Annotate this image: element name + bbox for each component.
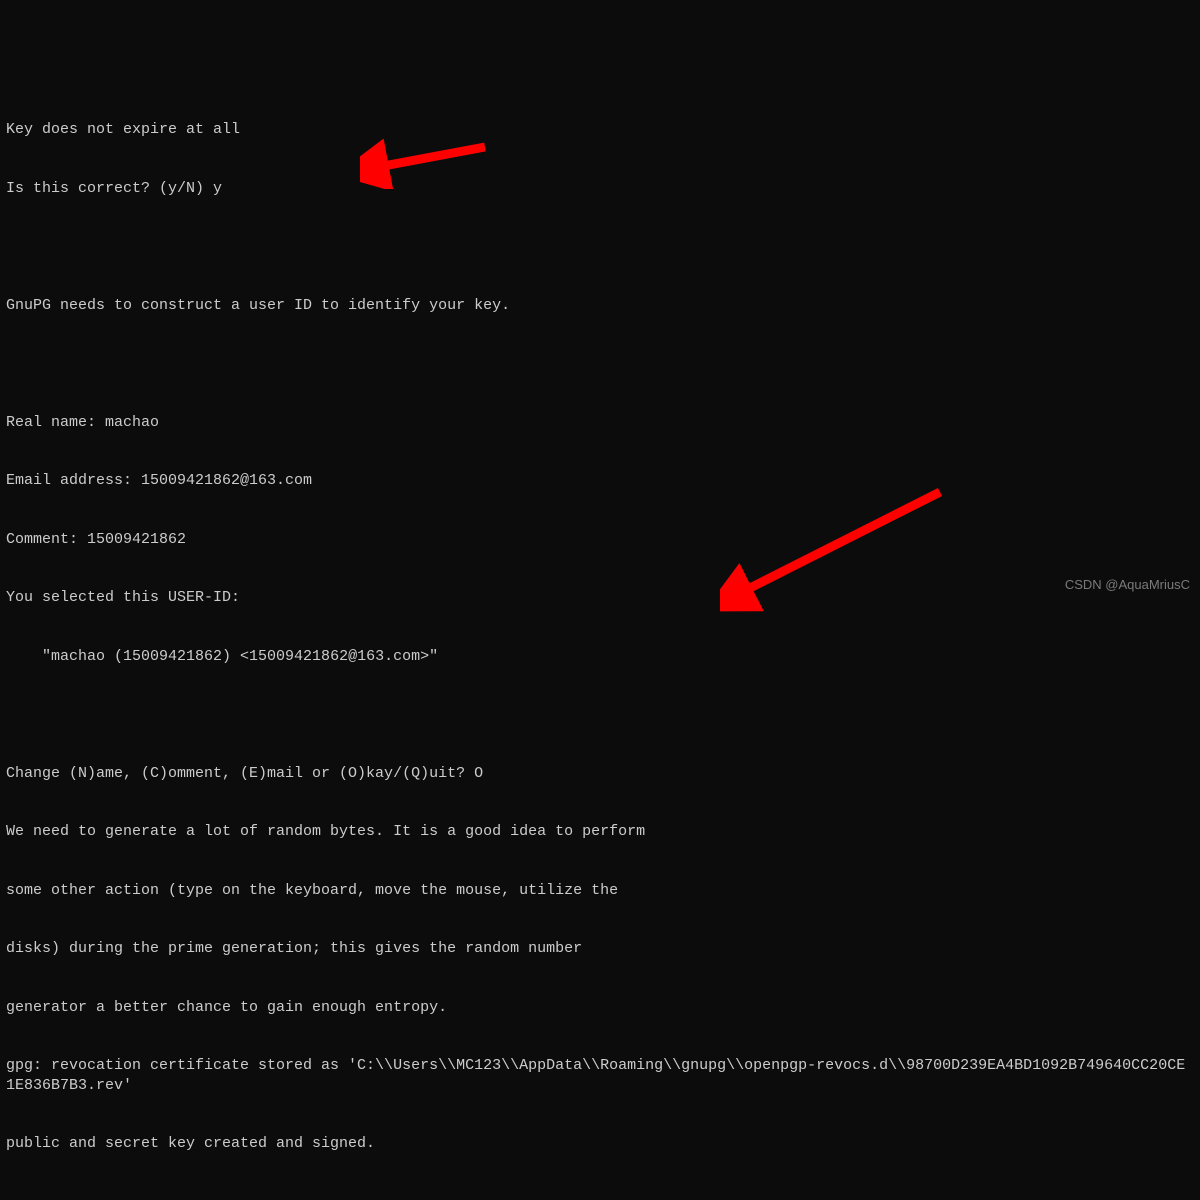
terminal-line: Email address: 15009421862@163.com bbox=[6, 471, 1194, 491]
terminal-line: some other action (type on the keyboard,… bbox=[6, 881, 1194, 901]
terminal-line: Key does not expire at all bbox=[6, 120, 1194, 140]
terminal-line bbox=[6, 237, 1194, 257]
terminal-line: Is this correct? (y/N) y bbox=[6, 179, 1194, 199]
terminal-line: We need to generate a lot of random byte… bbox=[6, 822, 1194, 842]
terminal-line: gpg: revocation certificate stored as 'C… bbox=[6, 1056, 1194, 1095]
terminal-line: Comment: 15009421862 bbox=[6, 530, 1194, 550]
terminal-line bbox=[6, 1193, 1194, 1200]
watermark-text: CSDN @AquaMriusC bbox=[1065, 577, 1190, 594]
terminal-line: GnuPG needs to construct a user ID to id… bbox=[6, 296, 1194, 316]
terminal-line: Real name: machao bbox=[6, 413, 1194, 433]
terminal-line: disks) during the prime generation; this… bbox=[6, 939, 1194, 959]
terminal-line: public and secret key created and signed… bbox=[6, 1134, 1194, 1154]
terminal-line bbox=[6, 354, 1194, 374]
terminal-line: generator a better chance to gain enough… bbox=[6, 998, 1194, 1018]
terminal-output[interactable]: Key does not expire at all Is this corre… bbox=[6, 81, 1194, 675]
terminal-line: "machao (15009421862) <15009421862@163.c… bbox=[6, 647, 1194, 667]
terminal-line bbox=[6, 705, 1194, 725]
terminal-line: You selected this USER-ID: bbox=[6, 588, 1194, 608]
terminal-line: Change (N)ame, (C)omment, (E)mail or (O)… bbox=[6, 764, 1194, 784]
